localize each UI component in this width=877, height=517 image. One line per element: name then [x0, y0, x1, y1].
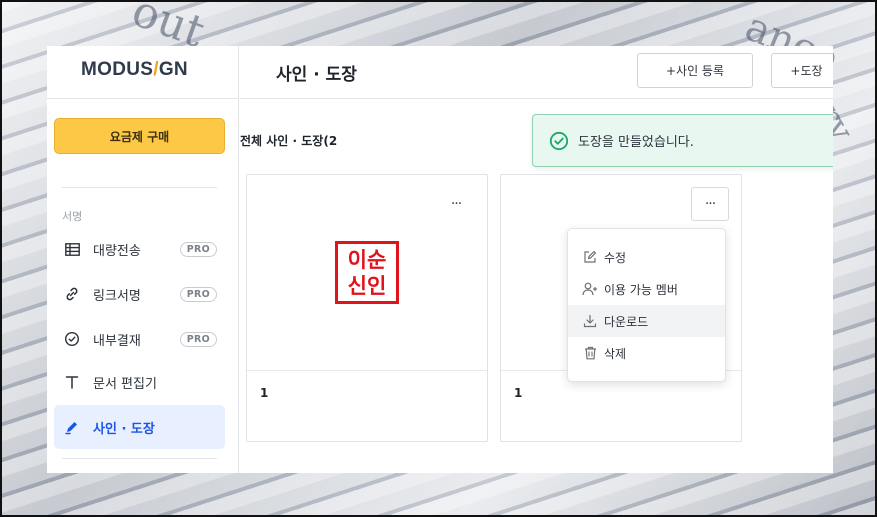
check-circle-icon: [63, 330, 81, 348]
sidebar-item-document-editor[interactable]: 문서 편집기: [54, 361, 225, 403]
download-icon: [582, 313, 598, 329]
menu-item-label: 다운로드: [604, 314, 649, 329]
pro-badge: PRO: [179, 286, 217, 302]
check-circle-icon: [549, 131, 569, 151]
menu-item-edit[interactable]: 수정: [568, 241, 725, 273]
add-stamp-button[interactable]: +도장: [771, 53, 833, 88]
sidebar-item-label: 내부결재: [93, 333, 141, 349]
pen-icon: [63, 418, 81, 436]
sidebar-item-internal-approval[interactable]: 내부결재 PRO: [54, 318, 225, 360]
pro-badge: PRO: [179, 331, 217, 347]
card-name: 1: [514, 386, 523, 400]
link-icon: [63, 285, 81, 303]
divider: [62, 187, 217, 188]
menu-item-label: 이용 가능 멤버: [604, 282, 678, 297]
page-title: 사인 · 도장: [276, 65, 357, 85]
list-title: 전체 사인 · 도장(2: [240, 134, 338, 148]
divider: [240, 98, 833, 99]
stamp-text-line: 신인: [347, 273, 387, 298]
menu-item-label: 수정: [604, 250, 627, 265]
card-options-menu: 수정 이용 가능 멤버 다운로드 삭제: [567, 228, 726, 382]
sidebar-item-bulk-send[interactable]: 대량전송 PRO: [54, 228, 225, 270]
sidebar-item-sign-stamp[interactable]: 사인 · 도장: [54, 405, 225, 449]
buy-plan-button[interactable]: 요금제 구매: [54, 118, 225, 154]
menu-item-label: 삭제: [604, 346, 627, 361]
more-options-button[interactable]: ···: [691, 187, 729, 221]
divider: [47, 98, 239, 99]
menu-item-delete[interactable]: 삭제: [568, 337, 725, 369]
stamp-image: 이순 신인: [335, 241, 399, 304]
user-plus-icon: [582, 281, 598, 297]
app-window: MODUS/GN 요금제 구매 서명 대량전송 PRO 링크서명 PRO 내부결…: [47, 46, 833, 473]
pro-badge: PRO: [179, 241, 217, 257]
main-content: 사인 · 도장 +사인 등록 +도장 전체 사인 · 도장(2 ··· 이순 신…: [240, 46, 833, 473]
sidebar-item-link-sign[interactable]: 링크서명 PRO: [54, 273, 225, 315]
divider: [62, 458, 217, 459]
add-sign-button[interactable]: +사인 등록: [637, 53, 753, 88]
toast-message: 도장을 만들었습니다.: [578, 135, 694, 150]
sidebar-section-label: 서명: [62, 210, 83, 223]
sidebar-item-label: 문서 편집기: [93, 376, 157, 392]
sidebar-item-label: 대량전송: [93, 243, 141, 259]
trash-icon: [582, 345, 598, 361]
edit-icon: [582, 249, 598, 265]
stamp-text-line: 이순: [347, 247, 387, 272]
success-toast: 도장을 만들었습니다.: [532, 114, 833, 167]
table-icon: [63, 240, 81, 258]
sidebar: MODUS/GN 요금제 구매 서명 대량전송 PRO 링크서명 PRO 내부결…: [47, 46, 239, 473]
text-icon: [63, 373, 81, 391]
card-name: 1: [260, 386, 269, 400]
card-preview: ··· 이순 신인: [247, 175, 487, 371]
sidebar-item-label: 링크서명: [93, 288, 141, 304]
sidebar-item-label: 사인 · 도장: [93, 421, 155, 437]
menu-item-download[interactable]: 다운로드: [568, 305, 725, 337]
logo: MODUS/GN: [81, 59, 188, 80]
menu-item-available-members[interactable]: 이용 가능 멤버: [568, 273, 725, 305]
stamp-card[interactable]: ··· 이순 신인 1: [246, 174, 488, 442]
more-options-button[interactable]: ···: [437, 187, 475, 221]
